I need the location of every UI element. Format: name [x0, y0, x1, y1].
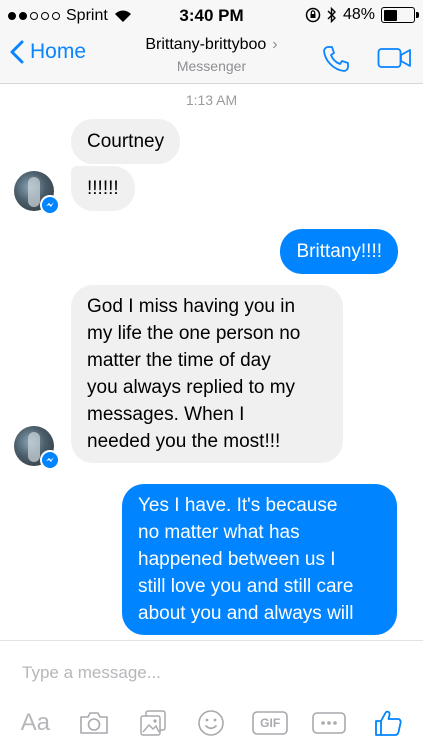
battery-icon: [381, 7, 419, 23]
more-icon: [312, 712, 346, 734]
gif-label: GIF: [260, 716, 281, 730]
contact-subtitle: Messenger: [176, 58, 247, 74]
photo-gallery-button[interactable]: [133, 703, 173, 743]
phone-icon: [323, 46, 349, 72]
message-timestamp: 1:13 AM: [185, 92, 238, 108]
status-bar: Sprint 3:40 PM 48%: [0, 0, 423, 32]
camera-icon: [80, 712, 108, 734]
message-text: !!!!!!: [87, 178, 119, 199]
rotation-lock-icon: [305, 7, 321, 23]
message-bubble-outgoing[interactable]: Brittany!!!!: [280, 229, 398, 274]
message-bubble-incoming[interactable]: !!!!!!: [71, 166, 135, 211]
contact-avatar[interactable]: [14, 426, 60, 470]
like-button[interactable]: [368, 703, 408, 743]
bluetooth-icon: [327, 7, 336, 23]
back-button[interactable]: Home: [10, 40, 86, 64]
emoji-button[interactable]: [191, 703, 231, 743]
message-line: needed you the most!!!: [87, 431, 281, 452]
gif-button[interactable]: GIF: [250, 703, 290, 743]
status-right: 48%: [305, 6, 419, 24]
photo-gallery-icon: [140, 710, 166, 736]
text-format-icon: Aa: [20, 709, 51, 736]
emoji-icon: [198, 710, 225, 736]
battery-percent: 48%: [342, 6, 375, 23]
chevron-right-icon: ›: [272, 36, 278, 53]
message-text: Courtney: [87, 131, 165, 152]
chevron-left-icon: [10, 40, 24, 64]
message-bubble-incoming[interactable]: Courtney: [71, 119, 181, 164]
more-button[interactable]: [309, 703, 349, 743]
message-input[interactable]: Type a message...: [22, 663, 161, 683]
message-line: still love you and still care: [138, 576, 354, 597]
message-bubble-incoming[interactable]: God I miss having you in my life the one…: [71, 285, 343, 463]
message-line: my life the one person no: [87, 323, 301, 344]
contact-avatar[interactable]: [14, 171, 60, 215]
messenger-badge-icon: [40, 195, 60, 215]
message-composer: Type a message... Aa GIF: [0, 640, 423, 750]
message-line: God I miss having you in: [87, 296, 296, 317]
video-call-button[interactable]: [377, 46, 413, 75]
messenger-badge-icon: [40, 450, 60, 470]
message-line: about you and always will: [138, 603, 354, 624]
message-bubble-outgoing[interactable]: Yes I have. It's because no matter what …: [122, 484, 397, 635]
call-button[interactable]: [321, 44, 351, 79]
camera-button[interactable]: [74, 703, 114, 743]
composer-toolbar: Aa GIF: [0, 703, 423, 743]
message-line: Yes I have. It's because: [138, 495, 338, 516]
back-label: Home: [30, 40, 87, 63]
contact-title[interactable]: Brittany-brittyboo › Messenger: [100, 36, 323, 74]
message-thread[interactable]: 1:13 AM Courtney !!!!!! Brittany!!!! God…: [0, 84, 423, 640]
text-format-button[interactable]: Aa: [15, 703, 55, 743]
conversation-header: Home Brittany-brittyboo › Messenger: [0, 32, 423, 84]
message-line: you always replied to my: [87, 377, 296, 398]
video-camera-icon: [377, 48, 411, 68]
contact-name: Brittany-brittyboo: [145, 36, 267, 53]
message-line: messages. When I: [87, 404, 245, 425]
like-icon: [374, 710, 402, 736]
message-line: no matter what has: [138, 522, 300, 543]
message-text: Brittany!!!!: [296, 241, 382, 262]
battery-level-fill: [383, 9, 398, 21]
message-line: happened between us I: [138, 549, 336, 570]
message-line: matter the time of day: [87, 350, 271, 371]
